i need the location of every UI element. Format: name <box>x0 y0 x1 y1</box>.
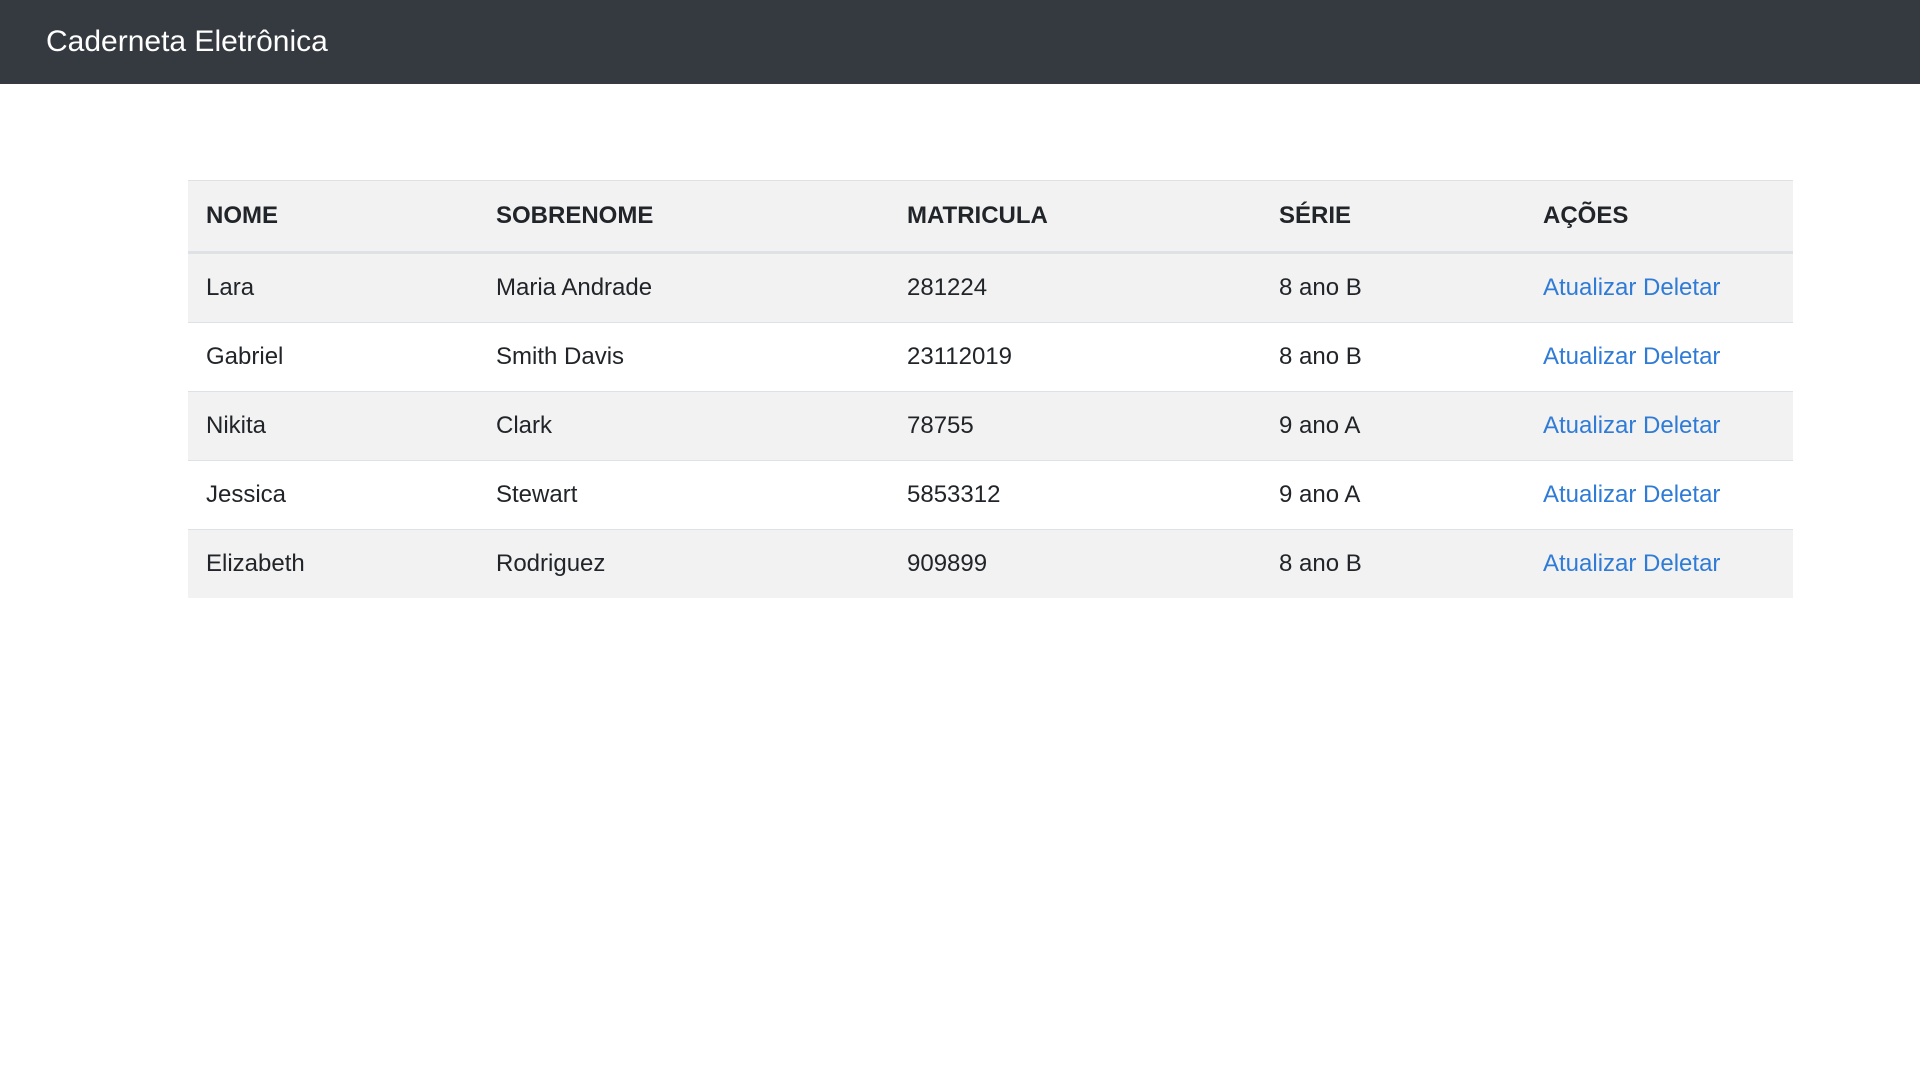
cell-sobrenome: Stewart <box>478 460 889 530</box>
table-row: Elizabeth Rodriguez 909899 8 ano B Atual… <box>188 529 1793 598</box>
cell-acoes: Atualizar Deletar <box>1525 391 1793 461</box>
cell-nome: Elizabeth <box>188 529 478 598</box>
header-acoes: AÇÕES <box>1525 180 1793 254</box>
header-sobrenome: SOBRENOME <box>478 180 889 254</box>
cell-acoes: Atualizar Deletar <box>1525 460 1793 530</box>
cell-sobrenome: Maria Andrade <box>478 252 889 323</box>
navbar-brand[interactable]: Caderneta Eletrônica <box>46 25 328 59</box>
cell-acoes: Atualizar Deletar <box>1525 529 1793 598</box>
atualizar-link[interactable]: Atualizar <box>1543 412 1636 439</box>
cell-serie: 8 ano B <box>1261 529 1525 598</box>
table-row: Nikita Clark 78755 9 ano A Atualizar Del… <box>188 391 1793 461</box>
cell-acoes: Atualizar Deletar <box>1525 322 1793 392</box>
cell-nome: Nikita <box>188 391 478 461</box>
table-header-row: NOME SOBRENOME MATRICULA SÉRIE AÇÕES <box>188 180 1793 254</box>
cell-acoes: Atualizar Deletar <box>1525 252 1793 323</box>
navbar: Caderneta Eletrônica <box>0 0 1920 84</box>
table-row: Lara Maria Andrade 281224 8 ano B Atuali… <box>188 252 1793 323</box>
deletar-link[interactable]: Deletar <box>1643 412 1720 439</box>
table-row: Gabriel Smith Davis 23112019 8 ano B Atu… <box>188 322 1793 392</box>
atualizar-link[interactable]: Atualizar <box>1543 481 1636 508</box>
cell-nome: Lara <box>188 252 478 323</box>
cell-sobrenome: Smith Davis <box>478 322 889 392</box>
deletar-link[interactable]: Deletar <box>1643 481 1720 508</box>
deletar-link[interactable]: Deletar <box>1643 550 1720 577</box>
cell-matricula: 78755 <box>889 391 1261 461</box>
table-body: Lara Maria Andrade 281224 8 ano B Atuali… <box>188 252 1793 598</box>
cell-nome: Jessica <box>188 460 478 530</box>
cell-sobrenome: Rodriguez <box>478 529 889 598</box>
students-table: NOME SOBRENOME MATRICULA SÉRIE AÇÕES Lar… <box>188 180 1793 598</box>
cell-matricula: 23112019 <box>889 322 1261 392</box>
cell-sobrenome: Clark <box>478 391 889 461</box>
atualizar-link[interactable]: Atualizar <box>1543 274 1636 301</box>
header-serie: SÉRIE <box>1261 180 1525 254</box>
atualizar-link[interactable]: Atualizar <box>1543 550 1636 577</box>
cell-matricula: 5853312 <box>889 460 1261 530</box>
table-row: Jessica Stewart 5853312 9 ano A Atualiza… <box>188 460 1793 530</box>
header-matricula: MATRICULA <box>889 180 1261 254</box>
cell-matricula: 909899 <box>889 529 1261 598</box>
table-header: NOME SOBRENOME MATRICULA SÉRIE AÇÕES <box>188 180 1793 254</box>
cell-serie: 8 ano B <box>1261 252 1525 323</box>
cell-matricula: 281224 <box>889 252 1261 323</box>
deletar-link[interactable]: Deletar <box>1643 343 1720 370</box>
cell-serie: 9 ano A <box>1261 460 1525 530</box>
cell-serie: 8 ano B <box>1261 322 1525 392</box>
main-container: NOME SOBRENOME MATRICULA SÉRIE AÇÕES Lar… <box>188 180 1793 598</box>
atualizar-link[interactable]: Atualizar <box>1543 343 1636 370</box>
deletar-link[interactable]: Deletar <box>1643 274 1720 301</box>
cell-serie: 9 ano A <box>1261 391 1525 461</box>
cell-nome: Gabriel <box>188 322 478 392</box>
header-nome: NOME <box>188 180 478 254</box>
